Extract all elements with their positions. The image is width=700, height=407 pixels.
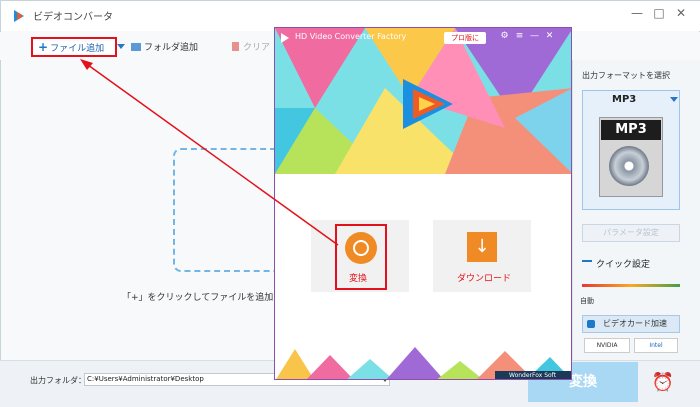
arrow-head-add-file [80, 59, 93, 70]
annotation-arrows [80, 59, 339, 246]
arrow-to-add-file [87, 64, 339, 246]
